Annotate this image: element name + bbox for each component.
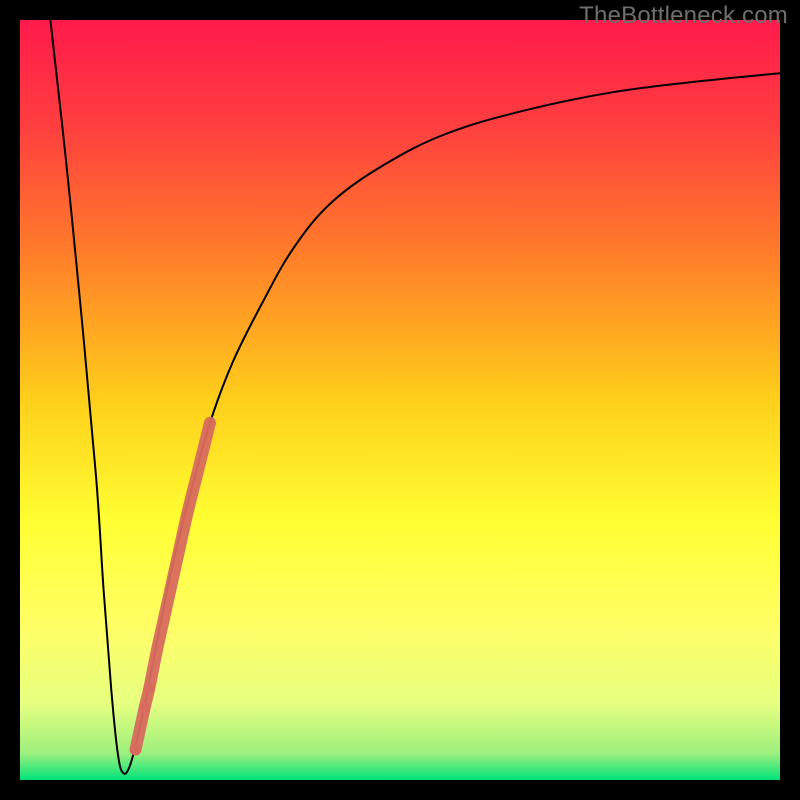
highlight-dot	[139, 702, 150, 713]
highlight-dot	[130, 744, 141, 755]
highlight-dot	[144, 683, 155, 694]
plot-svg	[20, 20, 780, 780]
chart-frame: TheBottleneck.com	[0, 0, 800, 800]
gradient-background	[20, 20, 780, 780]
plot-area	[20, 20, 780, 780]
